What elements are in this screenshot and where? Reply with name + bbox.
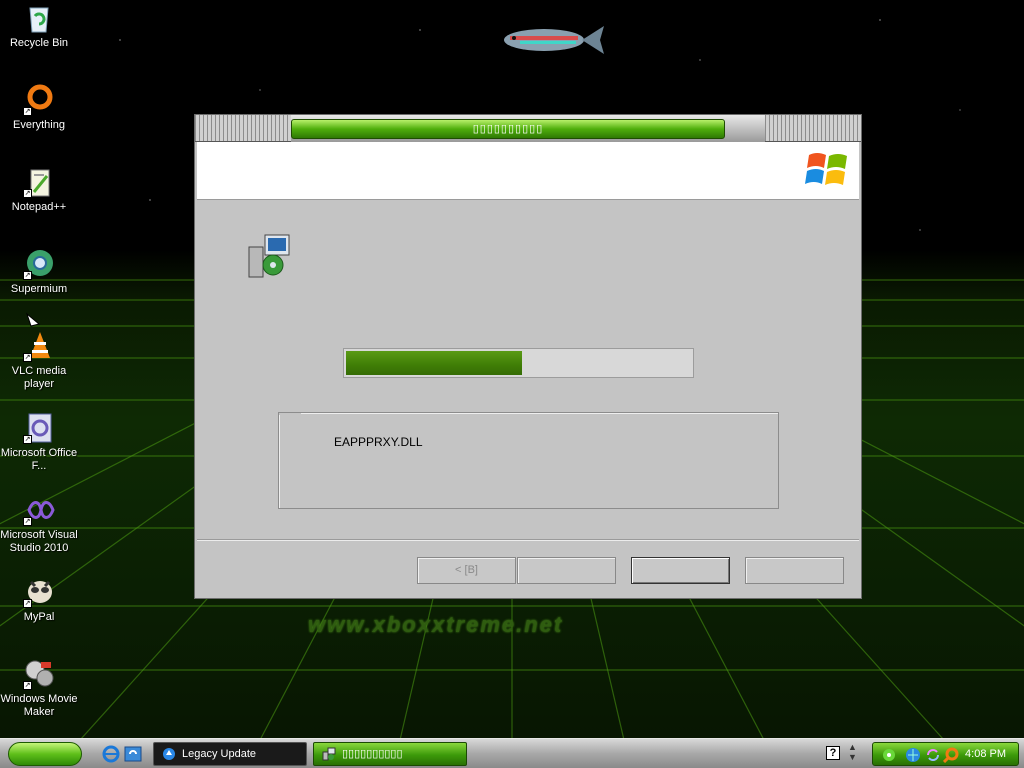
- desktop-icon-label: Recycle Bin: [9, 37, 69, 49]
- legacy-update-icon: [163, 748, 175, 760]
- setup-installer-icon: [248, 234, 290, 278]
- task-label: ▯▯▯▯▯▯▯▯▯▯: [342, 748, 403, 760]
- progress-fill: [346, 351, 522, 375]
- help-icon[interactable]: ?: [826, 746, 840, 760]
- desktop-icon-office[interactable]: ↗ Microsoft Office F...: [0, 412, 78, 473]
- current-file-group: EAPPPRXY.DLL: [278, 412, 779, 509]
- next-button[interactable]: [517, 557, 616, 584]
- back-button[interactable]: < [B]: [417, 557, 516, 584]
- show-desktop-icon[interactable]: [124, 745, 142, 763]
- clock[interactable]: 4:08 PM: [965, 743, 1006, 765]
- windows-logo-icon: [805, 153, 847, 185]
- desktop-icon-label: Everything: [13, 119, 65, 131]
- desktop-icon-label: MyPal: [23, 611, 55, 623]
- notepad-plus-plus-icon: ↗: [23, 166, 55, 198]
- desktop-icon-vlc[interactable]: ↗ VLC media player: [0, 312, 78, 391]
- title-bar[interactable]: ▯▯▯▯▯▯▯▯▯▯: [195, 115, 861, 142]
- desktop-icon-movie-maker[interactable]: ↗ Windows Movie Maker: [0, 658, 78, 719]
- internet-explorer-icon[interactable]: [102, 745, 120, 763]
- desktop-icon-recycle-bin[interactable]: Recycle Bin: [0, 2, 78, 50]
- desktop-icon-everything[interactable]: ↗ Everything: [0, 84, 78, 132]
- desktop-icon-label: Microsoft Office F...: [0, 447, 78, 472]
- office-file-icon: ↗: [23, 412, 55, 444]
- desktop-icon-supermium[interactable]: ↗ Supermium: [0, 248, 78, 296]
- taskbar-item-legacy-update[interactable]: Legacy Update: [153, 742, 307, 766]
- setup-icon: [322, 747, 336, 761]
- mypal-browser-icon: ↗: [23, 576, 55, 608]
- wallpaper-watermark: www.xboxxtreme.net: [308, 612, 564, 637]
- desktop-icon-label: Microsoft Visual Studio 2010: [0, 529, 78, 554]
- language-bar-arrows-icon[interactable]: ▲ ▼: [848, 742, 857, 762]
- taskbar: Legacy Update ▯▯▯▯▯▯▯▯▯▯ ? ▲ ▼ 4:08 PM: [0, 738, 1024, 768]
- task-label: Legacy Update: [182, 748, 256, 760]
- primary-button[interactable]: [631, 557, 730, 584]
- everything-search-icon: ↗: [23, 84, 55, 116]
- tray-globe-icon[interactable]: [905, 747, 921, 763]
- dialog-header-band: [197, 142, 859, 200]
- desktop-icon-visual-studio[interactable]: ↗ Microsoft Visual Studio 2010: [0, 494, 78, 555]
- window-title: ▯▯▯▯▯▯▯▯▯▯: [291, 119, 725, 139]
- desktop-icon-notepad-plus-plus[interactable]: ↗ Notepad++: [0, 166, 78, 214]
- desktop-icon-label: Notepad++: [11, 201, 67, 213]
- button-separator: [197, 539, 859, 541]
- desktop-icon-label: VLC media player: [11, 365, 67, 390]
- desktop-icon-label: Supermium: [10, 283, 68, 295]
- tray-network-icon[interactable]: [881, 747, 897, 763]
- titlebar-grip-left: [195, 115, 291, 142]
- supermium-browser-icon: ↗: [23, 248, 55, 280]
- recycle-bin-icon: [23, 2, 55, 34]
- install-progress-bar: [343, 348, 694, 378]
- tray-search-icon[interactable]: [943, 747, 959, 763]
- vlc-cone-icon: ↗: [23, 312, 55, 362]
- desktop-icon-mypal[interactable]: ↗ MyPal: [0, 576, 78, 624]
- desktop-icon-label: Windows Movie Maker: [0, 693, 78, 718]
- fish-wallpaper-graphic: [504, 26, 604, 54]
- setup-dialog-window: ▯▯▯▯▯▯▯▯▯▯ EAPPPRXY.DLL < [B]: [194, 114, 862, 599]
- system-tray: 4:08 PM: [872, 742, 1019, 766]
- titlebar-grip-right: [765, 115, 861, 142]
- movie-maker-icon: ↗: [23, 658, 55, 690]
- current-file-name: EAPPPRXY.DLL: [334, 435, 423, 449]
- taskbar-item-setup[interactable]: ▯▯▯▯▯▯▯▯▯▯: [313, 742, 467, 766]
- start-button[interactable]: [8, 742, 82, 766]
- visual-studio-icon: ↗: [23, 494, 55, 526]
- cancel-button[interactable]: [745, 557, 844, 584]
- tray-sync-icon[interactable]: [925, 747, 941, 763]
